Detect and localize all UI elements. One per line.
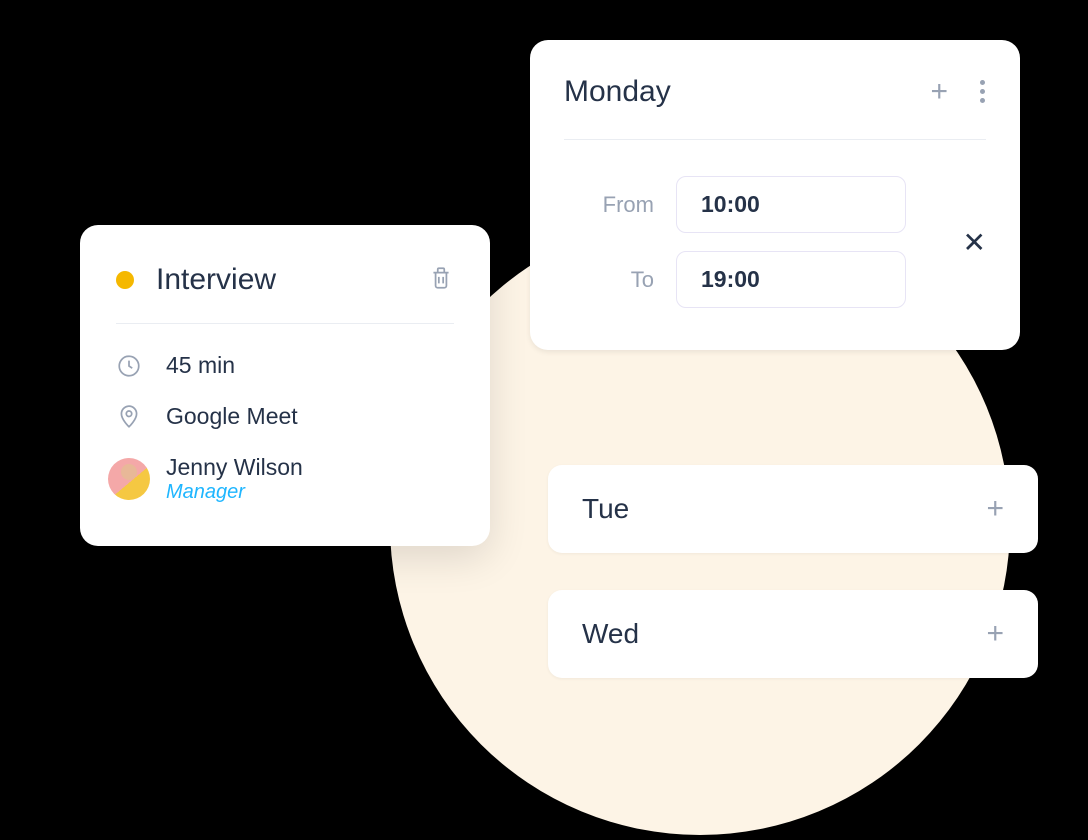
- from-input[interactable]: [676, 176, 906, 233]
- to-label: To: [564, 267, 654, 293]
- interview-card: Interview 45 min Google Meet Jenny Wilso…: [80, 225, 490, 546]
- to-row: To: [564, 251, 943, 308]
- from-label: From: [564, 192, 654, 218]
- add-icon[interactable]: +: [986, 494, 1004, 524]
- duration-text: 45 min: [166, 352, 235, 379]
- time-section: From To ✕: [564, 176, 986, 308]
- location-text: Google Meet: [166, 403, 298, 430]
- monday-card: Monday + From To ✕: [530, 40, 1020, 350]
- add-icon[interactable]: +: [986, 619, 1004, 649]
- tuesday-card: Tue +: [548, 465, 1038, 553]
- location-row: Google Meet: [116, 403, 454, 430]
- interview-header: Interview: [116, 263, 454, 324]
- interview-title: Interview: [156, 263, 428, 297]
- person-name: Jenny Wilson: [166, 454, 303, 481]
- from-row: From: [564, 176, 943, 233]
- wednesday-label: Wed: [582, 618, 986, 650]
- person-info: Jenny Wilson Manager: [166, 454, 303, 504]
- clock-icon: [116, 353, 142, 379]
- location-icon: [116, 404, 142, 430]
- status-dot-icon: [116, 271, 134, 289]
- to-input[interactable]: [676, 251, 906, 308]
- wednesday-card: Wed +: [548, 590, 1038, 678]
- time-inputs: From To: [564, 176, 943, 308]
- tuesday-label: Tue: [582, 493, 986, 525]
- monday-title: Monday: [564, 75, 930, 109]
- person-row: Jenny Wilson Manager: [116, 454, 454, 504]
- trash-icon[interactable]: [428, 265, 454, 295]
- more-icon[interactable]: [974, 74, 986, 109]
- duration-row: 45 min: [116, 352, 454, 379]
- person-role: Manager: [166, 481, 303, 504]
- close-icon[interactable]: ✕: [963, 226, 986, 259]
- add-icon[interactable]: +: [930, 77, 948, 107]
- monday-header: Monday +: [564, 74, 986, 140]
- avatar: [108, 458, 150, 500]
